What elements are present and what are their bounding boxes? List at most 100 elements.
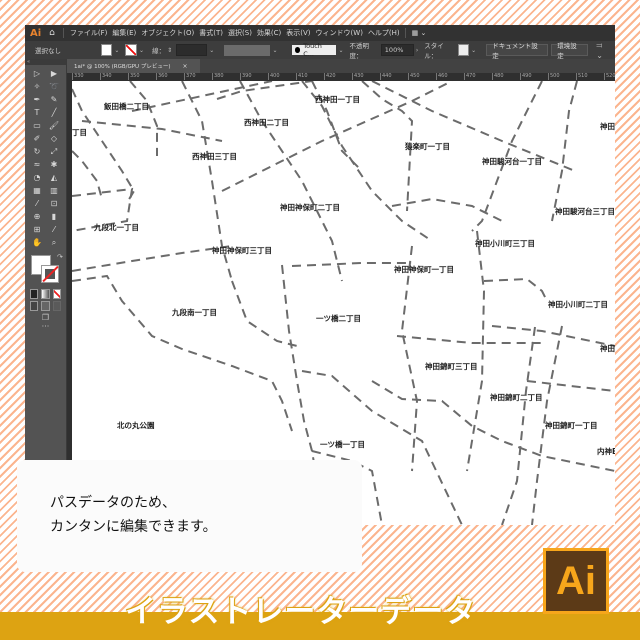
menu-edit[interactable]: 編集(E) [112, 28, 136, 38]
scale-tool-icon[interactable]: ⤢ [46, 146, 62, 157]
more-tools-icon[interactable]: ··· [25, 322, 66, 331]
banner-title: イラストレーターデータ [125, 594, 477, 630]
line-tool-icon[interactable]: ╱ [46, 107, 62, 118]
chevron-down-icon[interactable]: ⌄ [471, 47, 476, 54]
artboard-canvas[interactable]: 飯田橋二丁目 丁目 西神田一丁目 西神田二丁目 西神田三丁目 猿楽町一丁目 神田駿河台一丁目… [72, 81, 615, 525]
variable-width-profile[interactable] [224, 44, 271, 56]
stepper-icon[interactable]: ⇕ [167, 47, 172, 54]
fill-stroke-control[interactable]: ↷ [29, 253, 63, 287]
menu-file[interactable]: ファイル(F) [70, 28, 108, 38]
selection-tool-icon[interactable]: ▷ [29, 68, 45, 79]
district-label: 神田神保町一丁目 [394, 265, 454, 274]
ruler-tick-label: 520 [604, 73, 616, 80]
opacity-input[interactable]: 100% [380, 44, 414, 56]
tab-document[interactable]: 1ai* @ 100% (RGB/GPU プレビュー) × [70, 59, 200, 73]
menu-help[interactable]: ヘルプ(H) [368, 28, 400, 38]
workspace-switcher-icon[interactable]: ▦ ⌄ [412, 29, 427, 37]
menu-window[interactable]: ウィンドウ(W) [316, 28, 363, 38]
close-icon[interactable]: × [182, 63, 187, 70]
district-label: 西神田三丁目 [192, 152, 237, 161]
chevron-down-icon[interactable]: ⌄ [272, 47, 277, 54]
warp-tool-icon[interactable]: ≈ [29, 159, 45, 170]
stroke-label: 線： [152, 47, 166, 55]
boundary-path [551, 81, 578, 222]
draw-behind-icon[interactable] [41, 301, 50, 311]
home-icon[interactable]: ⌂ [49, 28, 55, 38]
menu-select[interactable]: 選択(S) [228, 28, 252, 38]
artboard-tool-icon[interactable]: ⊞ [29, 224, 45, 235]
none-mode-icon[interactable] [52, 289, 61, 299]
fill-swatch[interactable] [100, 44, 113, 56]
card-line-2: カンタンに編集できます。 [50, 519, 217, 535]
ruler-tick-label: 400 [268, 73, 280, 80]
hand-tool-icon[interactable]: ✋ [29, 237, 45, 248]
ruler-tick-label: 370 [184, 73, 196, 80]
boundary-path [371, 81, 576, 172]
zoom-tool-icon[interactable]: ⌕ [46, 237, 62, 248]
slice-tool-icon[interactable]: ⁄ [46, 224, 62, 235]
pen-tool-icon[interactable]: ✒ [29, 94, 45, 105]
stroke-swatch[interactable] [125, 44, 138, 56]
eraser-tool-icon[interactable]: ◇ [46, 133, 62, 144]
divider [404, 28, 406, 38]
perspective-grid-tool-icon[interactable]: ◭ [46, 172, 62, 183]
stroke-box[interactable] [41, 265, 59, 283]
lasso-tool-icon[interactable]: ➰ [46, 81, 62, 92]
magic-wand-tool-icon[interactable]: ✧ [29, 81, 45, 92]
boundary-path [81, 120, 223, 142]
chevron-down-icon[interactable]: ⌄ [139, 47, 144, 54]
document-setup-button[interactable]: ドキュメント設定 [486, 42, 549, 60]
chevron-down-icon[interactable]: ⌄ [209, 47, 214, 54]
stroke-weight-input[interactable] [176, 44, 208, 56]
rectangle-tool-icon[interactable]: ▭ [29, 120, 45, 131]
curvature-tool-icon[interactable]: ✎ [46, 94, 62, 105]
opacity-label[interactable]: 不透明度： [350, 40, 381, 60]
boundary-path [400, 245, 419, 472]
boundary-path [501, 326, 536, 525]
ruler-tick-label: 470 [464, 73, 476, 80]
paintbrush-tool-icon[interactable]: 🖌 [46, 120, 62, 131]
divider [62, 28, 64, 38]
mesh-tool-icon[interactable]: ▦ [29, 185, 45, 196]
align-options-icon[interactable]: ⫤ ⌄ [596, 41, 611, 60]
draw-normal-icon[interactable] [30, 301, 39, 311]
shape-builder-tool-icon[interactable]: ◔ [29, 172, 45, 183]
ruler-tick-label: 360 [156, 73, 168, 80]
horizontal-ruler[interactable]: 330 340 350 360 370 380 390 400 410 420 430 440 450 4… [66, 73, 616, 81]
district-label: 神田小川町二丁目 [548, 300, 608, 309]
rotate-tool-icon[interactable]: ↻ [29, 146, 45, 157]
district-label: 丁目 [72, 128, 87, 137]
column-graph-tool-icon[interactable]: ▮ [46, 211, 62, 222]
swap-icon[interactable]: ↷ [57, 253, 63, 261]
control-bar: 選択なし ⌄ ⌄ 線： ⇕ ⌄ ⌄ Touch C... ⌄ 不透明度： 100… [25, 40, 615, 60]
eyedropper-tool-icon[interactable]: ⁄ [29, 198, 45, 209]
preferences-button[interactable]: 環境設定 [551, 42, 589, 60]
blend-tool-icon[interactable]: ⊡ [46, 198, 62, 209]
draw-inside-icon[interactable] [52, 301, 61, 311]
chevron-right-icon[interactable]: › [416, 47, 418, 54]
chevron-down-icon[interactable]: ⌄ [338, 47, 343, 54]
brush-select[interactable]: Touch C... [291, 42, 337, 58]
district-label: 内神B [597, 447, 615, 456]
chevron-down-icon[interactable]: ⌄ [114, 47, 119, 54]
type-tool-icon[interactable]: T [29, 107, 45, 118]
menu-effect[interactable]: 効果(C) [257, 28, 281, 38]
menu-view[interactable]: 表示(V) [286, 28, 310, 38]
gradient-mode-icon[interactable] [41, 289, 50, 299]
ruler-tick-label: 340 [100, 73, 112, 80]
puppet-warp-tool-icon[interactable]: ✱ [46, 159, 62, 170]
district-label: 神田神保町三丁目 [212, 246, 272, 255]
gradient-tool-icon[interactable]: ▥ [46, 185, 62, 196]
symbol-sprayer-tool-icon[interactable]: ⊕ [29, 211, 45, 222]
map-boundaries [72, 81, 615, 525]
color-mode-icon[interactable] [30, 289, 39, 299]
menu-type[interactable]: 書式(T) [199, 28, 223, 38]
district-label: 神田駿河台一丁目 [482, 157, 542, 166]
screen-mode-icon[interactable]: ❐ [25, 313, 66, 322]
direct-selection-tool-icon[interactable]: ▶ [46, 68, 62, 79]
shaper-tool-icon[interactable]: ✐ [29, 133, 45, 144]
boundary-path [301, 81, 433, 242]
style-swatch[interactable] [457, 44, 470, 56]
menu-object[interactable]: オブジェクト(O) [141, 28, 194, 38]
ruler-tick-label: 330 [72, 73, 84, 80]
